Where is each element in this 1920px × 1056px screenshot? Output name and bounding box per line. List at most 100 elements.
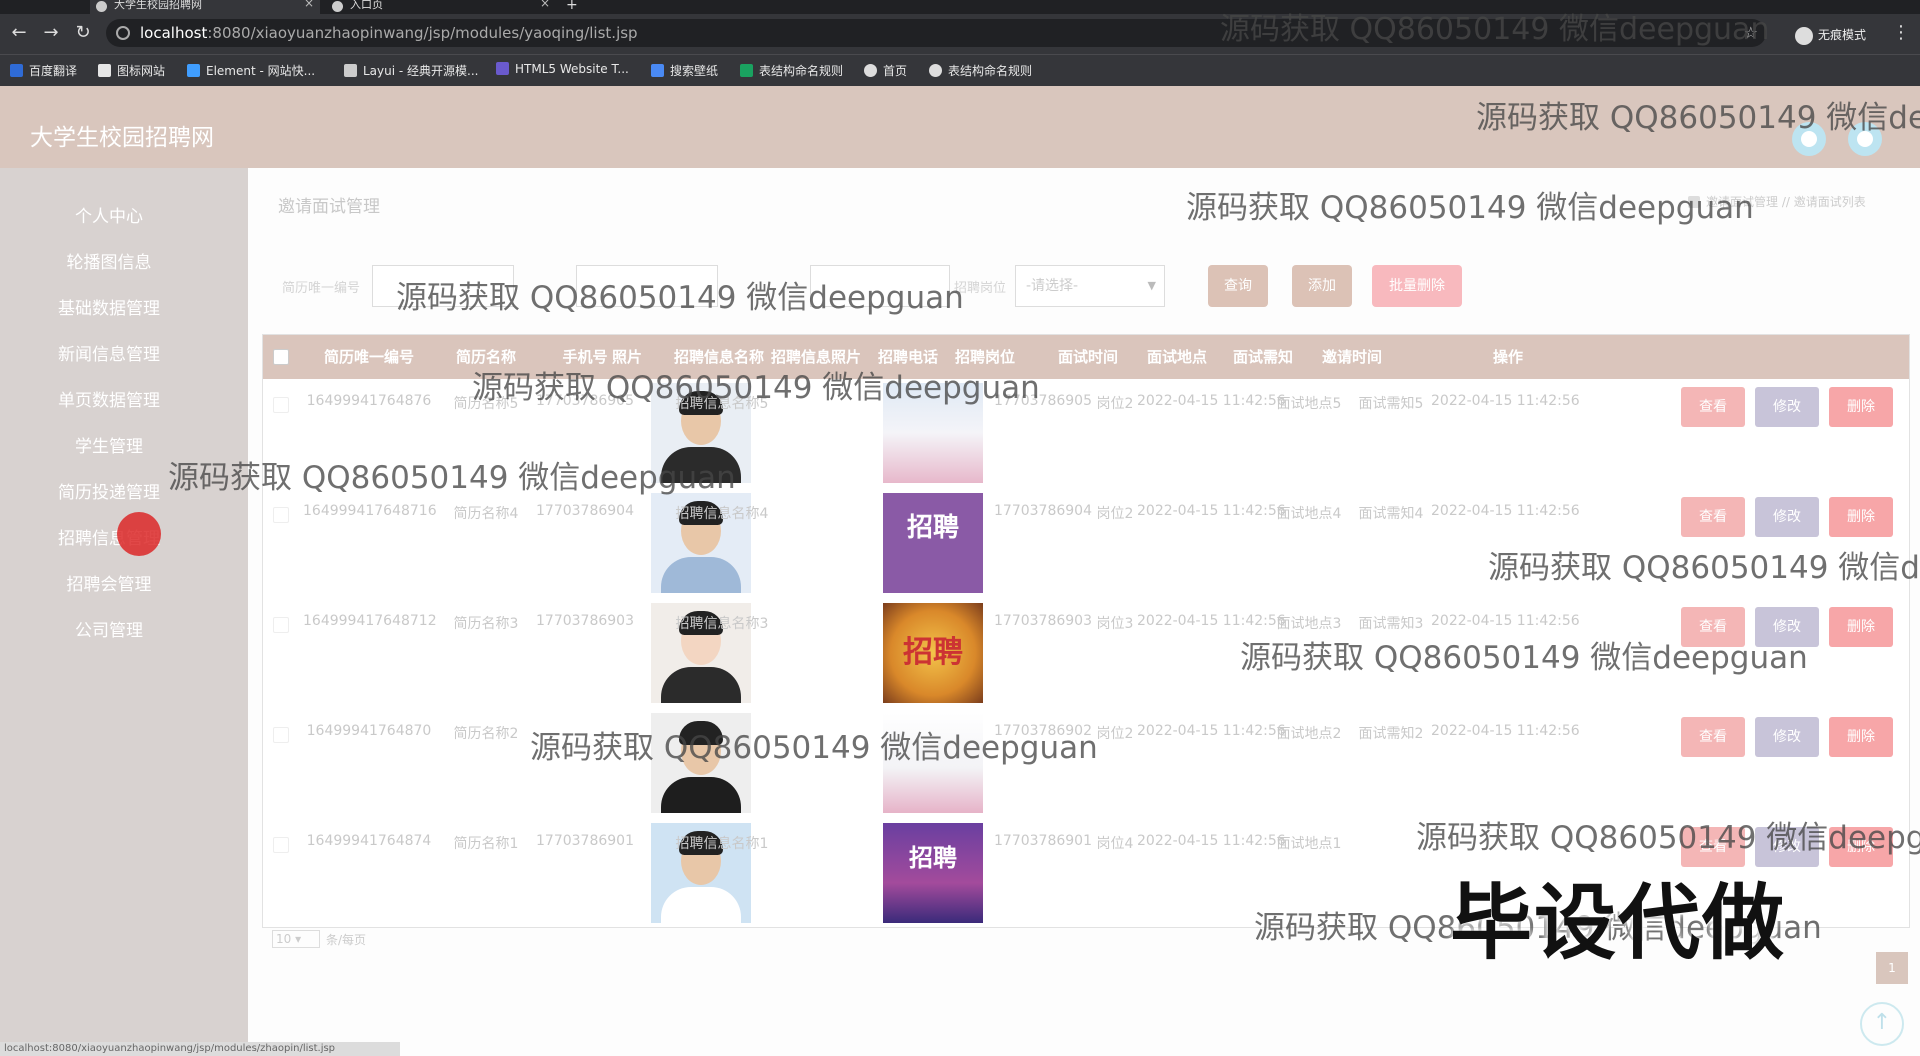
bookmark-item[interactable]: 表结构命名规则 [740,62,843,79]
sidebar-item-job-fair[interactable]: 招聘会管理 [0,570,218,595]
site-favicon-icon [332,1,343,12]
row-checkbox[interactable] [273,727,289,743]
bookmark-icon [98,64,111,77]
sidebar-item-base-data[interactable]: 基础数据管理 [0,294,218,319]
cell-resume-id: 16499941764870 [306,723,432,739]
sidebar-item-news[interactable]: 新闻信息管理 [0,340,218,365]
reload-icon[interactable]: ↻ [72,22,94,44]
app-title: 大学生校园招聘网 [30,125,214,151]
cell-interview-place: 面试地点1 [1276,836,1342,852]
sidebar-item-personal-center[interactable]: 个人中心 [0,202,218,227]
back-to-top-icon[interactable]: ↑ [1860,1002,1904,1046]
photo-suit-shape [661,557,741,593]
page-size-select[interactable]: 10 ▾ [272,930,320,948]
browser-tab[interactable]: 入口页 × [326,0,556,14]
cell-position: 岗位2 [1096,726,1134,742]
page-number-button[interactable]: 1 [1876,952,1908,984]
cell-interview-place: 面试地点3 [1276,616,1342,632]
bookmark-icon [496,62,509,75]
close-tab-icon[interactable]: × [540,0,550,9]
bookmark-label: 搜索壁纸 [670,64,719,78]
bookmark-item[interactable]: 搜索壁纸 [651,62,718,79]
delete-button[interactable]: 删除 [1829,497,1893,537]
view-button[interactable]: 查看 [1681,387,1745,427]
row-checkbox[interactable] [273,617,289,633]
sidebar-item-carousel[interactable]: 轮播图信息 [0,248,218,273]
cell-position: 岗位3 [1096,616,1134,632]
column-header: 面试地点 [1146,348,1207,366]
bookmark-item[interactable]: 首页 [864,62,907,79]
row-checkbox[interactable] [273,837,289,853]
bookmark-icon [864,64,877,77]
cell-phone: 17703786903 [536,613,634,629]
cell-resume-name: 简历名称3 [453,616,519,632]
watermark-text: 源码获取 QQ86050149 微信deepguan [1488,550,1920,586]
poster-text: 招聘 [906,513,959,543]
photo-suit-shape [661,887,741,923]
back-arrow-icon[interactable]: ← [8,22,30,44]
sidebar-item-company[interactable]: 公司管理 [0,616,218,641]
edit-button[interactable]: 修改 [1755,387,1819,427]
browser-menu-icon[interactable]: ⋮ [1892,22,1910,43]
add-button[interactable]: 添加 [1292,265,1352,307]
row-checkbox[interactable] [273,507,289,523]
cell-position: 岗位2 [1096,396,1134,412]
bookmark-icon [187,64,200,77]
bookmark-icon [10,64,23,77]
new-tab-icon[interactable]: + [566,0,586,14]
cell-position: 岗位4 [1096,836,1134,852]
bookmark-item[interactable]: Layui - 经典开源模... [344,62,478,79]
delete-button[interactable]: 删除 [1829,607,1893,647]
watermark-text: 源码获取 QQ86050149 微信deepguan [1186,190,1754,226]
incognito-icon [1795,26,1813,45]
bookmark-item[interactable]: Element - 网站快... [187,62,315,79]
position-select[interactable]: -请选择- ▼ [1015,265,1165,307]
sidebar-item-recruitment-info[interactable]: 招聘信息管理 [0,524,218,549]
close-tab-icon[interactable]: × [304,0,314,9]
cell-job-phone: 17703786904 [994,503,1092,519]
bookmark-item[interactable]: 表结构命名规则 [929,62,1032,79]
tab-title: 大学生校园招聘网 [114,0,202,11]
cell-interview-notice: 面试需知4 [1358,506,1424,522]
view-button[interactable]: 查看 [1681,717,1745,757]
incognito-indicator[interactable]: 无痕模式 [1795,26,1866,45]
job-poster-image: 招聘 [883,493,983,593]
cell-invite-time: 2022-04-15 11:42:56 [1431,613,1580,629]
cell-interview-notice: 面试需知2 [1358,726,1424,742]
bookmark-item[interactable]: 图标网站 [98,62,165,79]
cell-invite-time: 2022-04-15 11:42:56 [1431,723,1580,739]
query-button[interactable]: 查询 [1208,265,1268,307]
job-poster-image: 招聘 [883,603,983,703]
cell-resume-name: 简历名称4 [453,506,519,522]
position-select-value: -请选择- [1026,278,1079,294]
site-info-icon[interactable] [116,26,130,40]
column-header: 操作 [1492,348,1523,366]
cell-resume-id: 16499941764874 [306,833,432,849]
browser-tab[interactable]: 大学生校园招聘网 × [90,0,320,14]
bookmark-label: 首页 [883,64,908,78]
incognito-label: 无痕模式 [1818,28,1867,42]
cell-interview-time: 2022-04-15 11:42:56 [1137,723,1286,739]
bookmark-item[interactable]: HTML5 Website T... [496,62,629,76]
row-checkbox[interactable] [273,397,289,413]
bookmark-label: 表结构命名规则 [948,64,1033,78]
delete-button[interactable]: 删除 [1829,387,1893,427]
batch-delete-button[interactable]: 批量删除 [1372,265,1462,307]
forward-arrow-icon[interactable]: → [40,22,62,44]
select-all-checkbox[interactable] [273,349,289,365]
bookmark-label: Element - 网站快... [206,64,316,78]
edit-button[interactable]: 修改 [1755,717,1819,757]
cell-resume-id: 16499941764876 [306,393,432,409]
bookmark-label: HTML5 Website T... [515,62,629,76]
watermark-text: 源码获取 QQ86050149 微信deepguan [1416,820,1920,856]
watermark-text: 源码获取 QQ86050149 微信deepguan [1240,640,1808,676]
delete-button[interactable]: 删除 [1829,717,1893,757]
poster-text: 招聘 [903,635,963,670]
site-favicon-icon [96,1,107,12]
watermark-text: 源码获取 QQ86050149 微信deepguan [396,280,964,316]
bookmarks-bar: 百度翻译 图标网站 Element - 网站快... Layui - 经典开源模… [0,54,1920,86]
bookmark-item[interactable]: 百度翻译 [10,62,77,79]
edit-button[interactable]: 修改 [1755,497,1819,537]
sidebar-item-single-page[interactable]: 单页数据管理 [0,386,218,411]
view-button[interactable]: 查看 [1681,497,1745,537]
